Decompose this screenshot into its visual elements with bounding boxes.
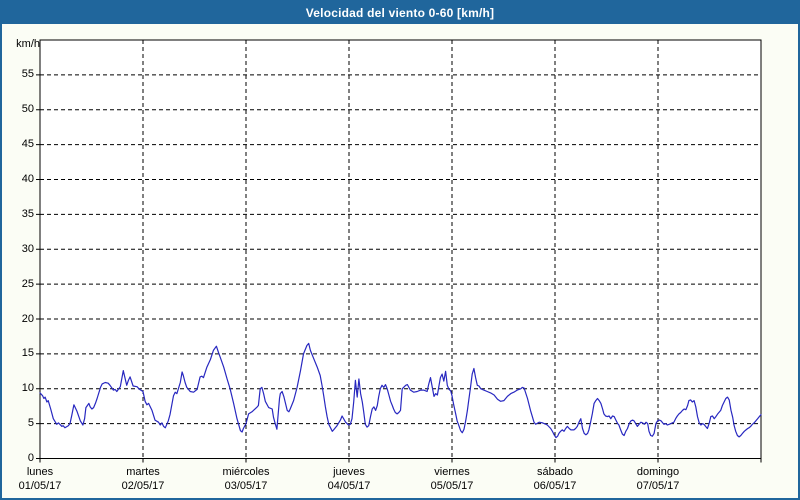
x-axis-day-label: jueves04/05/17 (294, 465, 404, 494)
day-date-label: 06/05/17 (500, 479, 610, 494)
y-axis-unit-label: km/h (16, 38, 40, 50)
x-axis-day-label: domingo07/05/17 (603, 465, 713, 494)
x-axis-day-label: lunes01/05/17 (0, 465, 95, 494)
day-name-label: viernes (397, 465, 507, 479)
x-axis-day-label: sábado06/05/17 (500, 465, 610, 494)
x-axis-day-label: miércoles03/05/17 (191, 465, 301, 494)
y-tick-label: 10 (4, 382, 34, 395)
x-axis-day-label: martes02/05/17 (88, 465, 198, 494)
y-tick-label: 15 (4, 347, 34, 360)
day-date-label: 03/05/17 (191, 479, 301, 494)
day-date-label: 04/05/17 (294, 479, 404, 494)
plot-svg (2, 2, 798, 498)
y-tick-label: 25 (4, 278, 34, 291)
y-tick-label: 40 (4, 173, 34, 186)
y-tick-label: 0 (4, 452, 34, 465)
day-name-label: lunes (0, 465, 95, 479)
day-name-label: domingo (603, 465, 713, 479)
y-tick-label: 5 (4, 417, 34, 430)
plot-region: km/h 0 5 10 15 20 25 30 35 40 45 50 55 lunes01/05/1… (2, 2, 798, 498)
day-date-label: 02/05/17 (88, 479, 198, 494)
day-date-label: 05/05/17 (397, 479, 507, 494)
y-tick-label: 50 (4, 103, 34, 116)
day-name-label: sábado (500, 465, 610, 479)
day-date-label: 07/05/17 (603, 479, 713, 494)
day-name-label: miércoles (191, 465, 301, 479)
y-tick-label: 30 (4, 243, 34, 256)
y-tick-label: 20 (4, 313, 34, 326)
day-name-label: martes (88, 465, 198, 479)
chart-frame: Velocidad del viento 0-60 [km/h] km/h 05… (0, 0, 800, 500)
day-name-label: jueves (294, 465, 404, 479)
y-tick-label: 55 (4, 68, 34, 81)
y-tick-label: 35 (4, 208, 34, 221)
y-tick-label: 45 (4, 138, 34, 151)
day-date-label: 01/05/17 (0, 479, 95, 494)
x-axis-day-label: viernes05/05/17 (397, 465, 507, 494)
